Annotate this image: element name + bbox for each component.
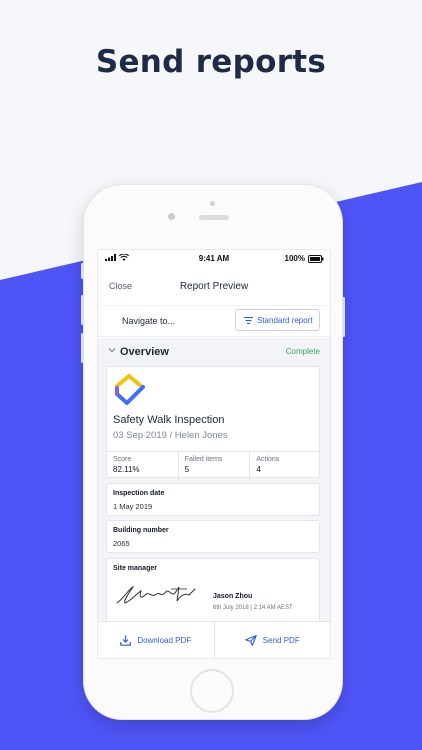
- phone-volume-up: [81, 295, 84, 325]
- overview-section: Overview Complete Safety Walk Inspection…: [98, 338, 330, 628]
- send-pdf-label: Send PDF: [262, 636, 300, 645]
- send-icon: [245, 635, 257, 646]
- page-title: Report Preview: [179, 281, 249, 292]
- download-pdf-label: Download PDF: [137, 636, 192, 645]
- send-pdf-button[interactable]: Send PDF: [215, 622, 331, 658]
- site-manager-name: Jason Zhou: [213, 593, 253, 600]
- headline: Send reports: [95, 44, 327, 80]
- front-camera: [210, 201, 215, 206]
- report-title: Safety Walk Inspection: [113, 414, 225, 426]
- navigate-to-button[interactable]: Navigate to...: [122, 316, 175, 326]
- standard-report-label: Standard report: [257, 315, 313, 325]
- chevron-down-icon: [108, 348, 116, 353]
- stats-row: Score 82.11% Failed items 5 Actions 4: [107, 451, 321, 480]
- overview-header[interactable]: Overview Complete: [98, 338, 330, 366]
- stat-score: Score 82.11%: [107, 452, 179, 480]
- report-subtitle: 03 Sep 2019 / Helen Jones: [113, 430, 228, 441]
- battery-icon: [308, 254, 324, 263]
- navigate-row: Navigate to... Standard report: [98, 305, 330, 337]
- nav-bar: Close Report Preview: [98, 276, 330, 300]
- home-button[interactable]: [190, 669, 234, 713]
- overview-title: Overview: [120, 346, 169, 358]
- bottom-action-bar: Download PDF Send PDF: [98, 621, 331, 658]
- proximity-sensor: [168, 213, 175, 220]
- status-badge: Complete: [285, 347, 320, 356]
- app-logo-icon: [115, 374, 145, 405]
- phone-frame: 9:41 AM 100% Close Report Preview Naviga…: [81, 185, 345, 719]
- status-bar: 9:41 AM 100%: [98, 250, 330, 268]
- phone-screen: 9:41 AM 100% Close Report Preview Naviga…: [97, 249, 331, 659]
- stat-actions: Actions 4: [256, 456, 280, 474]
- stat-failed-items: Failed items 5: [179, 452, 251, 480]
- battery-percent: 100%: [284, 254, 305, 263]
- site-manager-field[interactable]: Site manager Jason Zhou 6th July 2018 | …: [106, 558, 320, 628]
- download-pdf-button[interactable]: Download PDF: [98, 622, 215, 658]
- report-summary-card: Safety Walk Inspection 03 Sep 2019 / Hel…: [106, 366, 321, 480]
- standard-report-button[interactable]: Standard report: [235, 309, 320, 331]
- download-icon: [120, 635, 132, 646]
- inspection-date-field[interactable]: Inspection date 1 May 2019: [106, 483, 320, 516]
- phone-power-button: [342, 297, 345, 337]
- filter-icon: [244, 316, 253, 324]
- earpiece-speaker: [199, 215, 229, 220]
- phone-volume-down: [81, 333, 84, 363]
- signature-date: 6th July 2018 | 2:14 AM AEST: [213, 605, 293, 611]
- phone-mute-switch: [81, 263, 84, 279]
- building-number-field[interactable]: Building number 2065: [106, 520, 320, 553]
- signature-image: [116, 585, 196, 604]
